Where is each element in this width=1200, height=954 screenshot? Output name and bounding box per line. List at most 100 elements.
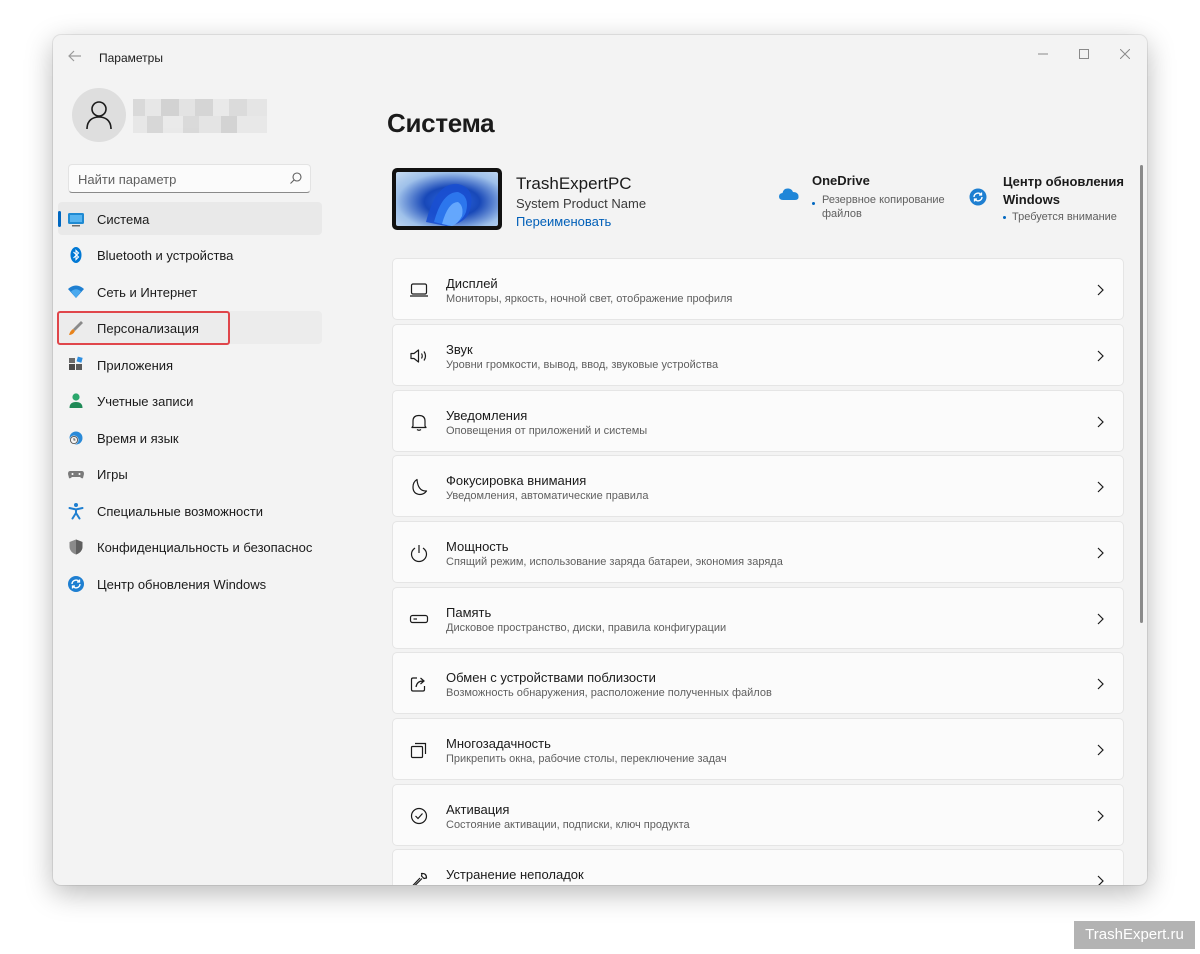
card-description: Дисковое пространство, диски, правила ко…	[446, 622, 727, 634]
sidebar-item-label: Специальные возможности	[97, 504, 263, 519]
card-title: Уведомления	[446, 408, 528, 423]
onedrive-status: Резервное копирование файлов	[822, 194, 945, 220]
device-thumbnail	[392, 168, 502, 230]
sidebar-item-games[interactable]: Игры	[58, 457, 322, 490]
user-icon	[86, 101, 112, 130]
settings-card-multitasking[interactable]: Многозадачность Прикрепить окна, рабочие…	[392, 718, 1124, 780]
windows-update-status: Требуется внимание	[1012, 211, 1117, 223]
card-description: Уровни громкости, вывод, ввод, звуковые …	[446, 359, 719, 371]
card-description: Состояние активации, подписки, ключ прод…	[446, 819, 690, 831]
back-button[interactable]	[65, 49, 85, 67]
windows-update-title[interactable]: Центр обновления Windows	[1003, 173, 1133, 209]
settings-card-focus[interactable]: Фокусировка внимания Уведомления, автома…	[392, 455, 1124, 517]
search-icon	[290, 172, 302, 184]
chevron-right-icon	[1097, 875, 1104, 885]
card-description: Мониторы, яркость, ночной свет, отображе…	[446, 293, 733, 305]
card-description: Спящий режим, использование заряда батар…	[446, 556, 783, 568]
sidebar-item-privacy[interactable]: Конфиденциальность и безопаснос	[58, 530, 322, 563]
speaker-icon	[410, 349, 427, 363]
card-title: Обмен с устройствами поблизости	[446, 670, 656, 685]
apps-icon	[69, 356, 83, 370]
search-placeholder: Найти параметр	[78, 172, 177, 187]
wifi-icon	[68, 285, 84, 298]
wallpaper-preview	[396, 172, 498, 226]
sidebar-item-label: Приложения	[97, 358, 174, 373]
settings-card-activation[interactable]: Активация Состояние активации, подписки,…	[392, 784, 1124, 846]
settings-card-troubleshoot[interactable]: Устранение неполадок	[392, 849, 1124, 885]
sidebar-item-bluetooth[interactable]: Bluetooth и устройства	[58, 238, 322, 271]
scrollbar[interactable]	[1140, 165, 1143, 623]
status-dot	[1003, 216, 1006, 219]
monitor-icon	[410, 283, 428, 297]
sidebar-item-label: Система	[97, 212, 150, 227]
minimize-icon	[1038, 53, 1048, 55]
sidebar-item-label: Учетные записи	[97, 394, 194, 409]
bloom-wallpaper-icon	[426, 183, 472, 226]
selection-indicator	[58, 211, 61, 227]
settings-card-sound[interactable]: Звук Уровни громкости, вывод, ввод, звук…	[392, 324, 1124, 386]
card-title: Память	[446, 605, 492, 620]
minimize-button[interactable]	[1023, 41, 1063, 69]
power-icon	[410, 545, 428, 563]
bell-icon	[411, 414, 427, 431]
wrench-icon	[412, 872, 428, 885]
search-input[interactable]: Найти параметр	[68, 164, 311, 193]
moon-icon	[412, 478, 428, 496]
chevron-right-icon	[1097, 810, 1104, 822]
device-name: TrashExpertPC	[516, 174, 632, 193]
app-title: Параметры	[99, 51, 163, 65]
sidebar-item-label: Bluetooth и устройства	[97, 248, 234, 263]
blurred-user-name	[133, 99, 267, 133]
chevron-right-icon	[1097, 284, 1104, 296]
windows-update-icon	[969, 188, 987, 206]
card-title: Активация	[446, 802, 510, 817]
rename-link[interactable]: Переименовать	[516, 214, 611, 229]
device-model: System Product Name	[516, 196, 647, 211]
globe-clock-icon	[69, 431, 83, 445]
highlight-frame	[57, 311, 230, 345]
chevron-right-icon	[1097, 350, 1104, 362]
sidebar-item-accounts[interactable]: Учетные записи	[58, 384, 322, 417]
card-description: Прикрепить окна, рабочие столы, переключ…	[446, 753, 727, 765]
sidebar-item-network[interactable]: Сеть и Интернет	[58, 275, 322, 308]
accessibility-icon	[68, 503, 84, 520]
card-title: Мощность	[446, 539, 509, 554]
onedrive-title[interactable]: OneDrive	[812, 173, 870, 188]
check-circle-icon	[410, 807, 428, 825]
sidebar-item-label: Сеть и Интернет	[97, 285, 198, 300]
sidebar-item-label: Игры	[97, 467, 128, 482]
gamepad-icon	[68, 471, 84, 479]
card-title: Многозадачность	[446, 736, 551, 751]
watermark: TrashExpert.ru	[1074, 921, 1195, 949]
chevron-right-icon	[1097, 481, 1104, 493]
settings-window: Параметры Найти параметр Система Bluetoo…	[53, 35, 1147, 885]
storage-icon	[409, 614, 429, 624]
card-title: Звук	[446, 342, 473, 357]
settings-card-nearby-sharing[interactable]: Обмен с устройствами поблизости Возможно…	[392, 652, 1124, 714]
update-icon	[68, 576, 84, 592]
avatar[interactable]	[72, 88, 126, 142]
settings-card-storage[interactable]: Память Дисковое пространство, диски, пра…	[392, 587, 1124, 649]
sidebar-item-label: Конфиденциальность и безопаснос	[97, 540, 313, 555]
chevron-right-icon	[1097, 744, 1104, 756]
close-icon	[1119, 48, 1131, 60]
maximize-button[interactable]	[1064, 41, 1104, 69]
sidebar-item-accessibility[interactable]: Специальные возможности	[58, 494, 322, 527]
sidebar-item-system[interactable]: Система	[58, 202, 322, 235]
sidebar-item-apps[interactable]: Приложения	[58, 348, 322, 381]
share-icon	[410, 677, 426, 692]
chevron-right-icon	[1097, 678, 1104, 690]
onedrive-cloud-icon	[779, 188, 799, 200]
settings-card-display[interactable]: Дисплей Мониторы, яркость, ночной свет, …	[392, 258, 1124, 320]
page-title: Система	[387, 108, 495, 138]
sidebar-item-windows-update[interactable]: Центр обновления Windows	[58, 567, 322, 600]
multitask-icon	[410, 742, 427, 759]
chevron-right-icon	[1097, 613, 1104, 625]
arrow-left-icon	[68, 50, 81, 62]
settings-card-power[interactable]: Мощность Спящий режим, использование зар…	[392, 521, 1124, 583]
sidebar-item-label: Время и язык	[97, 431, 179, 446]
bluetooth-icon	[70, 247, 82, 263]
settings-card-notifications[interactable]: Уведомления Оповещения от приложений и с…	[392, 390, 1124, 452]
close-button[interactable]	[1105, 41, 1145, 69]
sidebar-item-time-language[interactable]: Время и язык	[58, 421, 322, 454]
